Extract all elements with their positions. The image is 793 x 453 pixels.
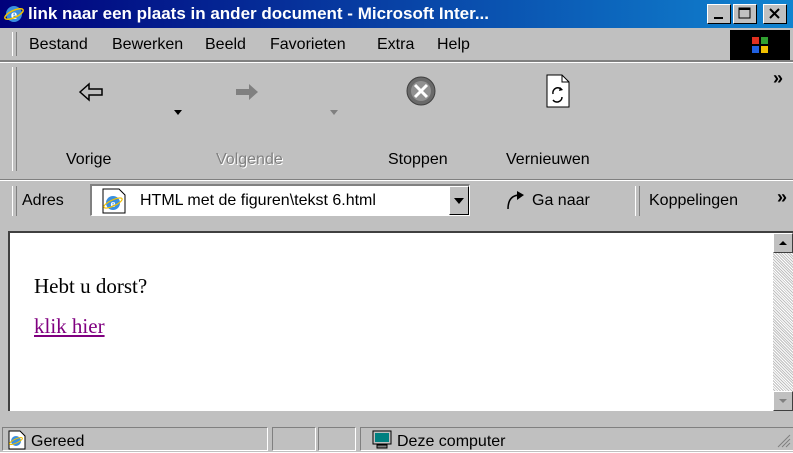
forward-dropdown-icon[interactable] <box>329 109 339 117</box>
menu-beeld[interactable]: Beeld <box>205 34 246 56</box>
addressbar-grip[interactable] <box>12 186 17 216</box>
refresh-button[interactable]: Vernieuwen <box>498 68 628 174</box>
chevron-down-icon <box>454 198 464 204</box>
stop-label: Stoppen <box>388 151 448 168</box>
refresh-icon <box>546 74 570 108</box>
windows-flag-icon <box>752 37 768 53</box>
status-text-cell: Gereed <box>2 427 268 451</box>
window-title: link naar een plaats in ander document -… <box>28 4 489 23</box>
address-value: HTML met de figuren\tekst 6.html <box>140 192 376 209</box>
vertical-scrollbar[interactable] <box>773 233 793 411</box>
title-bar[interactable]: e link naar een plaats in ander document… <box>0 0 793 28</box>
close-button[interactable] <box>763 4 787 24</box>
stop-icon <box>406 76 436 106</box>
scroll-down-icon <box>779 399 787 403</box>
ie-logo-icon: e <box>4 6 24 23</box>
maximize-button[interactable] <box>733 4 757 24</box>
toolbar-overflow-chevron[interactable]: » <box>773 68 783 88</box>
status-cell-2 <box>272 427 316 451</box>
status-page-icon <box>8 430 26 450</box>
menu-favorieten[interactable]: Favorieten <box>270 34 346 56</box>
scroll-up-button[interactable] <box>773 233 793 253</box>
back-label: Vorige <box>66 151 112 168</box>
zone-cell: Deze computer <box>360 427 793 451</box>
menu-extra[interactable]: Extra <box>377 34 414 56</box>
forward-label: Volgende <box>216 151 283 168</box>
go-button[interactable]: Ga naar <box>504 186 624 216</box>
links-overflow-chevron[interactable]: » <box>777 186 787 208</box>
close-icon <box>769 8 780 19</box>
back-button[interactable]: Vorige <box>50 68 170 174</box>
document-text: Hebt u dorst? <box>34 274 148 298</box>
back-dropdown-icon[interactable] <box>173 109 183 117</box>
forward-arrow-icon <box>236 84 258 100</box>
windows-logo <box>730 30 790 60</box>
refresh-label: Vernieuwen <box>506 151 590 168</box>
links-grip[interactable] <box>635 186 640 216</box>
status-bar: Gereed Deze computer <box>0 425 793 452</box>
forward-button[interactable]: Volgende <box>210 68 320 174</box>
maximize-icon <box>738 7 751 19</box>
menu-bestand[interactable]: Bestand <box>29 34 88 56</box>
resize-grip-icon[interactable] <box>777 434 791 448</box>
document-view: Hebt u dorst? klik hier <box>8 231 793 411</box>
menu-bewerken[interactable]: Bewerken <box>112 34 183 56</box>
toolbar-grip[interactable] <box>12 67 17 171</box>
links-button[interactable]: Koppelingen <box>649 190 738 212</box>
go-label: Ga naar <box>532 192 590 209</box>
page-ie-icon: e <box>102 188 126 214</box>
address-dropdown-button[interactable] <box>449 186 469 215</box>
go-arrow-icon <box>507 191 524 210</box>
document-link[interactable]: klik hier <box>34 313 105 339</box>
scroll-up-icon <box>779 241 787 245</box>
minimize-button[interactable] <box>707 4 731 24</box>
address-field[interactable]: e HTML met de figuren\tekst 6.html <box>90 184 470 216</box>
menu-grip[interactable] <box>12 32 17 56</box>
computer-icon <box>372 430 392 449</box>
status-cell-3 <box>318 427 356 451</box>
browser-window: e link naar een plaats in ander document… <box>0 0 793 452</box>
stop-button[interactable]: Stoppen <box>370 68 470 174</box>
status-text: Gereed <box>31 433 85 450</box>
minimize-icon <box>714 17 723 19</box>
address-label: Adres <box>22 192 64 209</box>
back-arrow-icon <box>78 82 103 102</box>
scroll-down-button[interactable] <box>773 391 793 411</box>
menu-help[interactable]: Help <box>437 34 470 56</box>
zone-text: Deze computer <box>397 433 506 450</box>
